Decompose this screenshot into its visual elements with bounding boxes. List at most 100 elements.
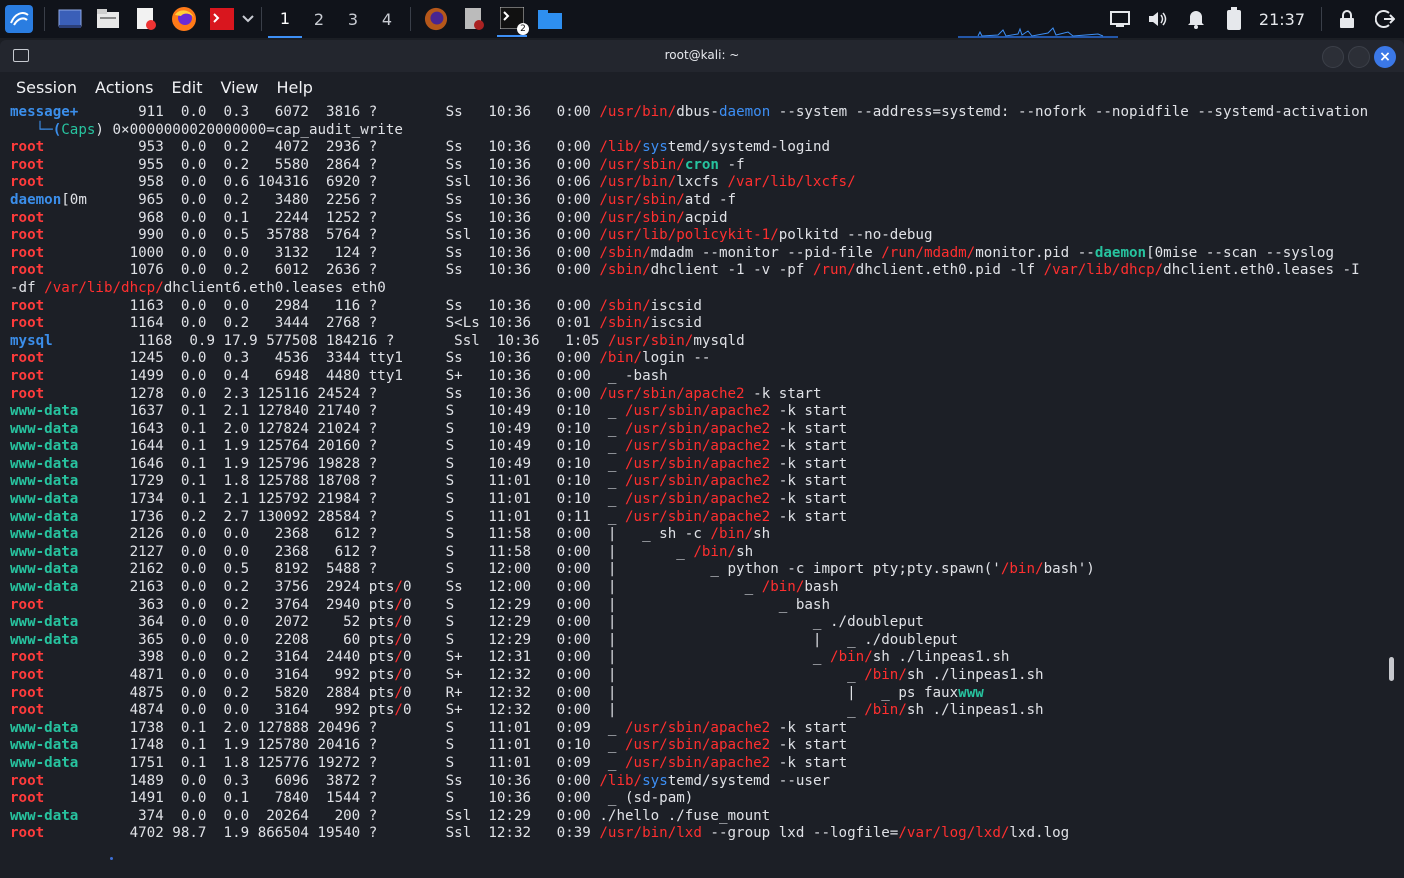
- terminal-text: └─(: [10, 121, 62, 138]
- terminal-text: www-data: [10, 737, 79, 754]
- terminal-line: www-data 1729 0.1 1.8 125788 18708 ? S 1…: [10, 473, 1384, 491]
- terminal-text: www-data: [10, 491, 79, 508]
- terminal-text: 4702 98.7 1.9 866504 19540 ? Ssl 12:32 0…: [44, 825, 600, 842]
- task-editor-icon[interactable]: [459, 4, 489, 34]
- terminal-window: root@kali: ~ × Session Actions Edit View…: [0, 40, 1404, 878]
- terminal-text: -k start: [770, 455, 848, 472]
- terminal-text: /: [394, 649, 403, 666]
- terminal-text: 2162 0.0 0.5 8192 5488 ? S 12:00 0:00 | …: [78, 561, 1001, 578]
- terminal-text: /usr/bin/lxd: [599, 825, 702, 842]
- terminal-text: 2127 0.0 0.0 2368 612 ? S 11:58 0:00 | _: [78, 543, 694, 560]
- cpu-graph-icon: [958, 27, 1118, 38]
- chevron-down-icon[interactable]: [241, 4, 255, 34]
- terminal-line: └─(Caps) 0×0000000020000000=cap_audit_wr…: [10, 122, 1384, 140]
- terminal-text: [0m 965 0.0 0.2 3480 2256 ? Ss 10:36 0:0…: [61, 191, 600, 208]
- terminal-text: 955 0.0 0.2 5580 2864 ? Ss 10:36 0:00: [44, 156, 600, 173]
- menu-edit[interactable]: Edit: [172, 78, 203, 97]
- workspace-1[interactable]: 1: [268, 0, 302, 38]
- terminal-emulator-icon[interactable]: [207, 4, 237, 34]
- terminal-text: 1736 0.2 2.7 130092 28584 ? S 11:01 0:11…: [78, 508, 626, 525]
- terminal-text: /bin/: [864, 702, 907, 719]
- terminal-text: www-data: [10, 403, 79, 420]
- terminal-text: root: [10, 772, 45, 789]
- terminal-text: mysqld: [693, 332, 745, 349]
- terminal-text: /usr/sbin/apache2: [625, 737, 771, 754]
- battery-icon[interactable]: [1219, 4, 1249, 34]
- terminal-text: /var/lib/dhcp/: [1043, 262, 1164, 279]
- terminal-text: root: [10, 684, 45, 701]
- terminal-line: root 4702 98.7 1.9 866504 19540 ? Ssl 12…: [10, 825, 1384, 843]
- terminal-text: message+: [10, 104, 79, 120]
- terminal-text: www-data: [10, 438, 79, 455]
- terminal-line: root 955 0.0 0.2 5580 2864 ? Ss 10:36 0:…: [10, 157, 1384, 175]
- file-manager-icon[interactable]: [93, 4, 123, 34]
- lock-icon[interactable]: [1332, 4, 1362, 34]
- close-button[interactable]: ×: [1374, 46, 1396, 68]
- terminal-text: www-data: [10, 631, 79, 648]
- terminal-text: 1738 0.1 2.0 127888 20496 ? S 11:01 0:09…: [78, 719, 626, 736]
- task-firefox-icon[interactable]: [421, 4, 451, 34]
- terminal-text: 968 0.0 0.1 2244 1252 ? Ss 10:36 0:00: [44, 209, 600, 226]
- terminal-text: 1751 0.1 1.8 125776 19272 ? S 11:01 0:09…: [78, 754, 626, 771]
- text-editor-icon[interactable]: [131, 4, 161, 34]
- terminal-text: 1646 0.1 1.9 125796 19828 ? S 10:49 0:10…: [78, 455, 626, 472]
- terminal-text: lxd.log: [1009, 825, 1070, 842]
- workspace-3[interactable]: 3: [336, 1, 370, 37]
- menu-actions[interactable]: Actions: [95, 78, 153, 97]
- system-tray: 21:37: [1101, 0, 1404, 38]
- scrollbar-thumb[interactable]: [1389, 657, 1394, 681]
- menu-session[interactable]: Session: [16, 78, 77, 97]
- terminal-text: root: [10, 367, 45, 384]
- terminal-text: root: [10, 649, 45, 666]
- terminal-output[interactable]: message+ 911 0.0 0.3 6072 3816 ? Ss 10:3…: [10, 104, 1384, 878]
- display-icon[interactable]: [1105, 4, 1135, 34]
- volume-icon[interactable]: [1143, 4, 1173, 34]
- panel-separator: [1321, 7, 1322, 31]
- terminal-line: root 1245 0.0 0.3 4536 3344 tty1 Ss 10:3…: [10, 350, 1384, 368]
- terminal-line: www-data 2127 0.0 0.0 2368 612 ? S 11:58…: [10, 544, 1384, 562]
- terminal-cursor: [110, 857, 113, 860]
- terminal-text: daemon: [718, 104, 771, 120]
- title-bar[interactable]: root@kali: ~ ×: [0, 40, 1404, 72]
- terminal-text: 1644 0.1 1.9 125764 20160 ? S 10:49 0:10…: [78, 438, 626, 455]
- terminal-text: 4875 0.0 0.2 5820 2884 pts: [44, 684, 395, 701]
- terminal-line: www-data 1637 0.1 2.1 127840 21740 ? S 1…: [10, 403, 1384, 421]
- terminal-line: root 4875 0.0 0.2 5820 2884 pts/0 R+ 12:…: [10, 685, 1384, 703]
- terminal-text: 374 0.0 0.0 20264 200 ? Ssl 12:29 0:00 .…: [78, 807, 771, 824]
- firefox-icon[interactable]: [169, 4, 199, 34]
- terminal-text: /bin/: [599, 350, 643, 367]
- terminal-text: www-data: [10, 614, 79, 631]
- workspace-2[interactable]: 2: [302, 1, 336, 37]
- kali-menu-icon[interactable]: [4, 4, 34, 34]
- notification-bell-icon[interactable]: [1181, 4, 1211, 34]
- minimize-button[interactable]: [1322, 46, 1344, 68]
- menu-view[interactable]: View: [220, 78, 258, 97]
- show-desktop-icon[interactable]: [55, 4, 85, 34]
- task-folder-icon[interactable]: [535, 4, 565, 34]
- terminal-text: --group lxd --logfile=: [701, 825, 899, 842]
- terminal-text: www-data: [10, 807, 79, 824]
- terminal-text: mysql: [10, 332, 53, 349]
- clock[interactable]: 21:37: [1259, 10, 1305, 29]
- task-terminal-icon[interactable]: 2: [497, 1, 529, 37]
- menu-help[interactable]: Help: [276, 78, 312, 97]
- terminal-line: root 1000 0.0 0.0 3132 124 ? Ss 10:36 0:…: [10, 245, 1384, 263]
- terminal-text: -k start: [770, 737, 848, 754]
- maximize-button[interactable]: [1348, 46, 1370, 68]
- terminal-text: login --: [642, 350, 711, 367]
- terminal-text: lxcfs: [676, 174, 728, 191]
- terminal-text: root: [10, 244, 45, 261]
- terminal-text: sh: [753, 526, 771, 543]
- terminal-line: -df /var/lib/dhcp/dhclient6.eth0.leases …: [10, 280, 1384, 298]
- terminal-text: 2163 0.0 0.2 3756 2924 pts: [78, 579, 395, 596]
- terminal-text: 0 S+ 12:31 0:00 | _: [402, 649, 831, 666]
- terminal-text: dhclient -1 -v -pf: [650, 262, 813, 279]
- terminal-text: /run/mdadm/: [881, 244, 976, 261]
- terminal-text: 1245 0.0 0.3 4536 3344 tty1 Ss 10:36 0:0…: [44, 350, 600, 367]
- panel-separator: [261, 7, 262, 31]
- workspace-4[interactable]: 4: [370, 1, 404, 37]
- terminal-text: /usr/sbin/apache2: [625, 403, 771, 420]
- logout-icon[interactable]: [1370, 4, 1400, 34]
- terminal-text: -k start: [770, 403, 848, 420]
- terminal-line: www-data 1738 0.1 2.0 127888 20496 ? S 1…: [10, 720, 1384, 738]
